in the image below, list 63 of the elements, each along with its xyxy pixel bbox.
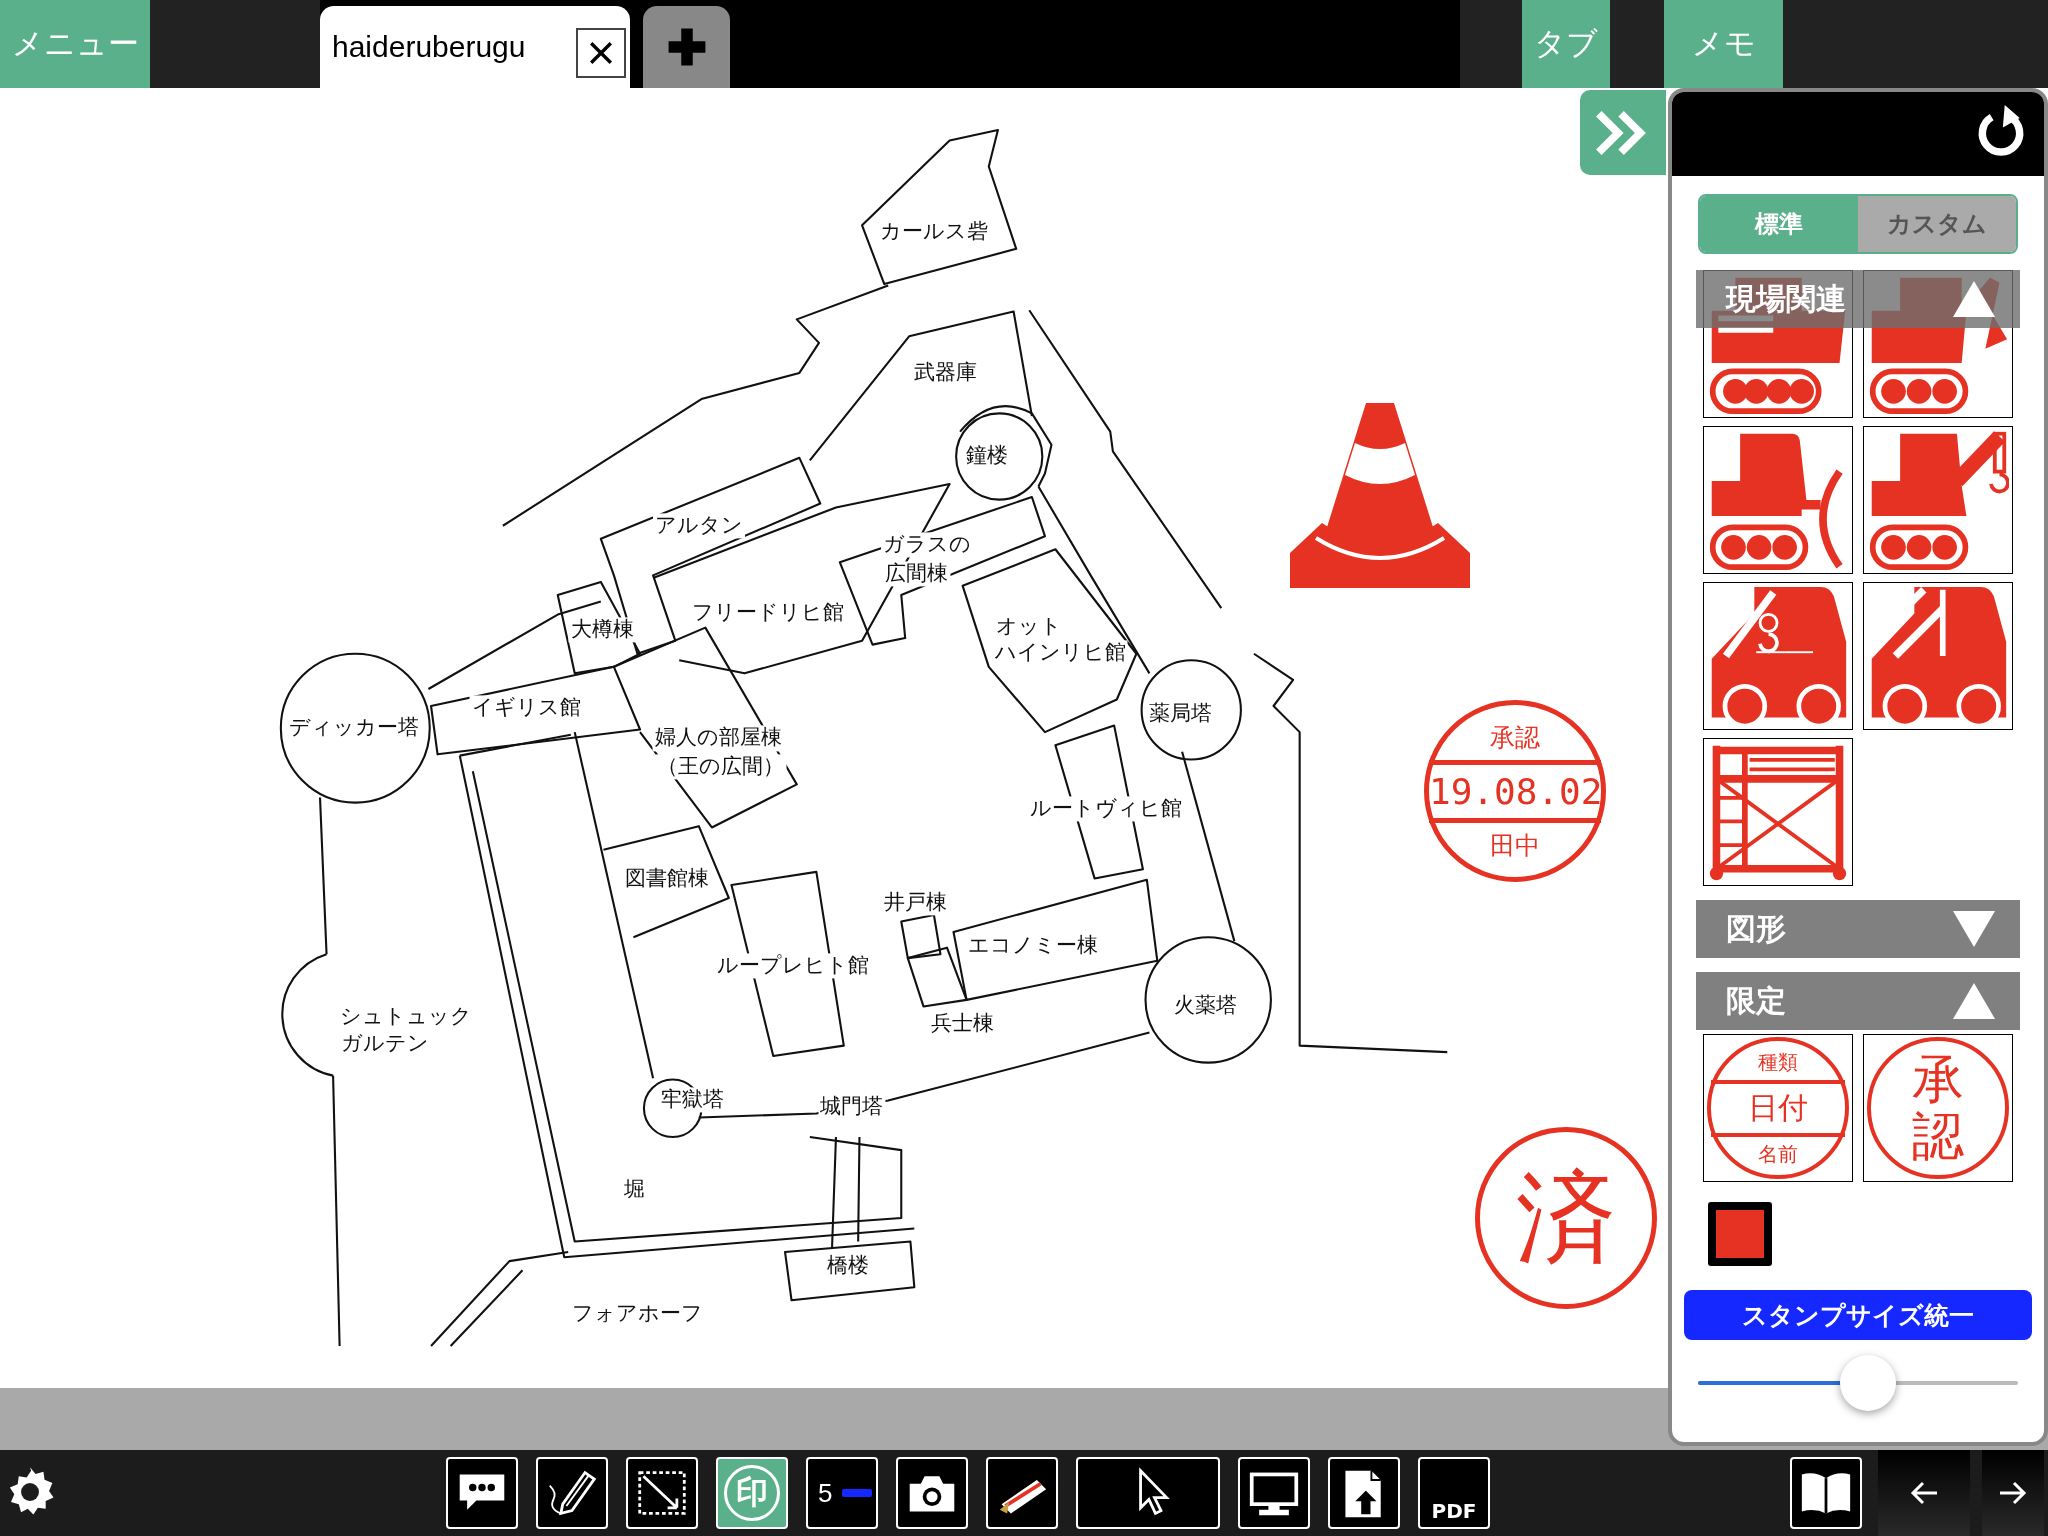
map-label: 兵士棟 (929, 1011, 996, 1037)
seal-text: 日付 (1711, 1079, 1845, 1137)
close-button[interactable] (576, 28, 626, 78)
tool-button[interactable]: 印 (716, 1457, 788, 1529)
seal-text: 済 (1516, 1168, 1616, 1268)
seal-text: 田中 (1489, 829, 1541, 862)
map-label: （王の広間） (655, 754, 787, 780)
seal-text: 承認 (1912, 1050, 1964, 1166)
tabs-button[interactable]: タブ (1522, 0, 1610, 88)
map-label: 井戸棟 (882, 890, 949, 916)
stamp-size-button[interactable]: スタンプサイズ統一 (1684, 1290, 2032, 1340)
map-label: アルタン (652, 512, 745, 539)
seal-text: 承認 (1489, 721, 1541, 754)
size-slider[interactable] (1698, 1354, 2018, 1412)
section-header[interactable]: 図形 (1696, 900, 2020, 958)
close-icon (587, 39, 615, 67)
section-title[interactable]: 図形 (1726, 908, 1786, 950)
tool-button[interactable]: PDF (1418, 1457, 1490, 1529)
color-swatch[interactable] (1708, 1202, 1772, 1266)
slider-thumb[interactable] (1839, 1355, 1896, 1411)
line-sample-icon (842, 1489, 872, 1497)
seal-text: 名前 (1757, 1140, 1799, 1168)
tool-button[interactable] (1238, 1457, 1310, 1529)
collapse-arrow-icon (1952, 279, 1996, 319)
stamp-tile[interactable]: 種類 日付 名前 (1703, 1034, 1853, 1182)
map-label: 広間棟 (883, 561, 951, 587)
section-header[interactable]: 現場関連 (1696, 270, 2020, 328)
right-arrow-icon (1998, 1481, 2028, 1505)
book-button[interactable] (1790, 1457, 1862, 1529)
document-tab[interactable]: haideruberugu (320, 6, 630, 88)
back-button[interactable] (1878, 1450, 1970, 1536)
pdf-label[interactable]: PDF (1431, 1499, 1477, 1523)
tool-button[interactable] (626, 1457, 698, 1529)
forward-button[interactable] (1982, 1450, 2044, 1536)
add-tab-button[interactable] (643, 6, 730, 88)
segment-tab[interactable]: カスタム (1858, 196, 2016, 252)
tool-button[interactable] (446, 1457, 518, 1529)
stamp-tile[interactable]: 承認 (1863, 1034, 2013, 1182)
collapse-arrow-icon (1952, 981, 1996, 1021)
section-title[interactable]: 限定 (1726, 980, 1786, 1022)
expand-arrow-icon (1952, 909, 1996, 949)
map-label: ループレヒト館 (714, 953, 871, 979)
map-label: 牢獄塔 (658, 1087, 726, 1113)
tool-button[interactable]: 5 (806, 1457, 878, 1529)
collapse-panel-button[interactable] (1580, 90, 1666, 175)
tool-button[interactable] (1328, 1457, 1400, 1529)
tool-button[interactable] (986, 1457, 1058, 1529)
tool-button[interactable] (1076, 1457, 1220, 1529)
segment-tab[interactable]: 標準 (1700, 196, 1858, 252)
tool-button[interactable] (536, 1457, 608, 1529)
map-label: 婦人の部屋棟 (652, 725, 784, 751)
crawler-crane-stamp-icon[interactable] (1867, 429, 2009, 571)
memo-button[interactable]: メモ (1664, 0, 1783, 88)
seal-text: 種類 (1757, 1048, 1799, 1076)
line-width-value[interactable]: 5 (818, 1477, 833, 1509)
seal-text: 19.08.02 (1429, 759, 1601, 823)
map-label: 大樽棟 (568, 617, 636, 643)
stamp-tool-label[interactable]: 印 (724, 1465, 780, 1521)
section-header[interactable]: 限定 (1696, 972, 2020, 1030)
menu-button[interactable]: メニュー (0, 0, 150, 88)
tab-title[interactable]: haideruberugu (332, 30, 576, 64)
left-arrow-icon (1909, 1481, 1939, 1505)
tool-button[interactable] (896, 1457, 968, 1529)
